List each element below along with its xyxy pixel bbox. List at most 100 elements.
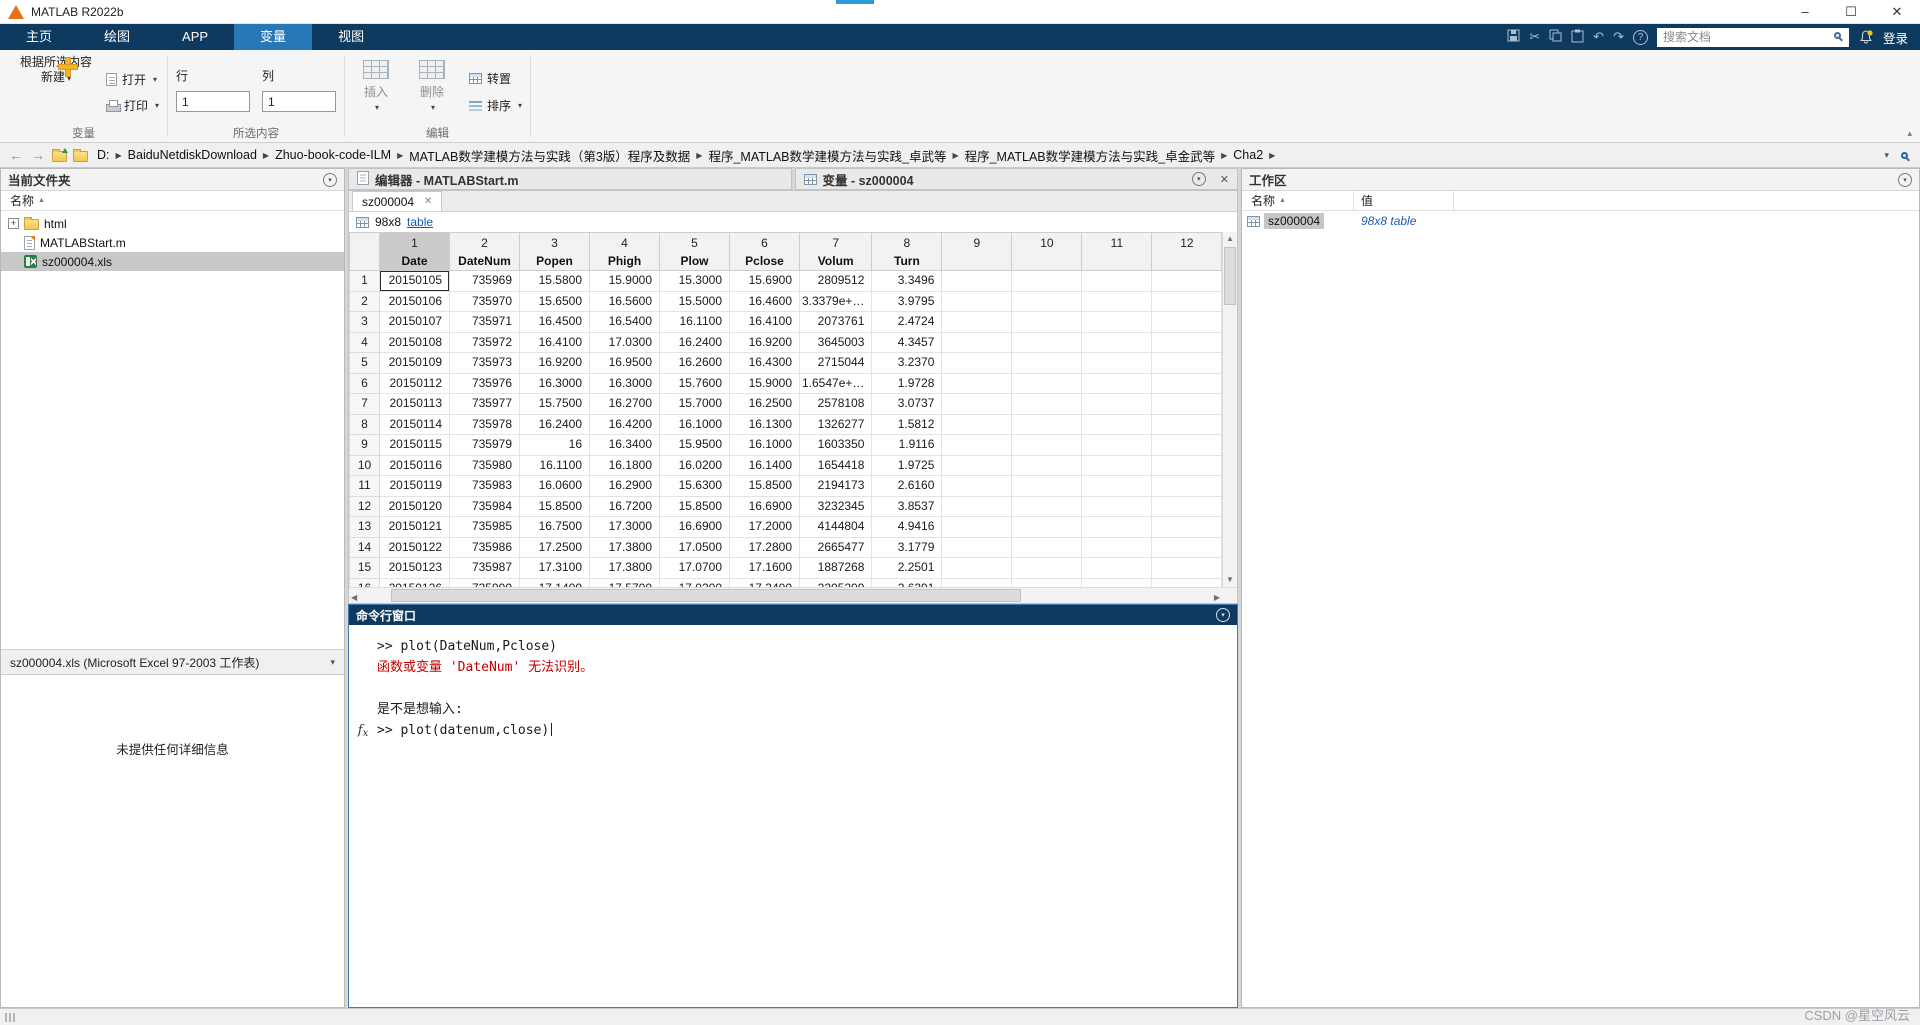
- table-cell[interactable]: [1081, 270, 1153, 292]
- redo-icon[interactable]: ↷: [1613, 30, 1624, 44]
- row-header[interactable]: 6: [349, 372, 380, 394]
- transpose-button[interactable]: 转置: [469, 70, 522, 87]
- table-cell[interactable]: [1081, 434, 1153, 456]
- table-cell[interactable]: [941, 393, 1013, 415]
- column-header[interactable]: 12: [1151, 232, 1223, 271]
- sort-button[interactable]: 排序 ▾: [469, 97, 522, 114]
- table-cell[interactable]: 16.4100: [519, 331, 590, 353]
- table-cell[interactable]: 16.3400: [589, 434, 660, 456]
- table-cell[interactable]: 15.7000: [659, 393, 730, 415]
- table-cell[interactable]: 15.7600: [659, 372, 730, 394]
- row-header[interactable]: 12: [349, 495, 380, 517]
- table-cell[interactable]: 17.3800: [589, 536, 660, 558]
- table-cell[interactable]: [1081, 352, 1153, 374]
- table-cell[interactable]: 3.0737: [871, 393, 943, 415]
- column-header[interactable]: 11: [1081, 232, 1153, 271]
- table-cell[interactable]: [1081, 495, 1153, 517]
- table-cell[interactable]: 3.3496: [871, 270, 943, 292]
- table-cell[interactable]: 3232345: [798, 495, 873, 517]
- table-cell[interactable]: 4144804: [798, 516, 873, 538]
- table-cell[interactable]: [1151, 270, 1223, 292]
- table-cell[interactable]: [1151, 577, 1223, 587]
- table-cell[interactable]: 15.6300: [659, 475, 730, 497]
- table-cell[interactable]: 16.1000: [729, 434, 800, 456]
- table-cell[interactable]: 17.3100: [519, 557, 590, 579]
- table-cell[interactable]: [1151, 475, 1223, 497]
- table-cell[interactable]: [941, 311, 1013, 333]
- table-cell[interactable]: 735969: [449, 270, 520, 292]
- table-cell[interactable]: 2194173: [798, 475, 873, 497]
- vertical-scroll-thumb[interactable]: [1224, 247, 1236, 305]
- table-cell[interactable]: 20150119: [379, 475, 450, 497]
- table-cell[interactable]: 16.0600: [519, 475, 590, 497]
- table-cell[interactable]: 735984: [449, 495, 520, 517]
- new-from-selection-button[interactable]: 根据所选内容 新建 ▾: [8, 53, 104, 86]
- table-cell[interactable]: [1151, 536, 1223, 558]
- undo-icon[interactable]: ↶: [1593, 30, 1604, 44]
- scroll-up-icon[interactable]: ▲: [1223, 232, 1237, 246]
- sign-in-link[interactable]: 登录: [1883, 28, 1908, 47]
- insert-button[interactable]: 插入 ▾: [353, 60, 399, 115]
- table-cell[interactable]: 1.5812: [871, 413, 943, 435]
- table-cell[interactable]: [1081, 311, 1153, 333]
- table-cell[interactable]: 15.7500: [519, 393, 590, 415]
- table-cell[interactable]: 3.8537: [871, 495, 943, 517]
- table-cell[interactable]: 16.9200: [729, 331, 800, 353]
- folder-search-icon[interactable]: [1901, 151, 1908, 159]
- tab-variable[interactable]: 变量: [234, 24, 313, 50]
- table-cell[interactable]: 4.9416: [871, 516, 943, 538]
- table-cell[interactable]: 17.2000: [729, 516, 800, 538]
- command-window-body[interactable]: >> plot(DateNum,Pclose) 函数或变量 'DateNum' 无…: [349, 625, 1237, 1007]
- table-cell[interactable]: 735972: [449, 331, 520, 353]
- row-header[interactable]: 15: [349, 557, 380, 579]
- table-cell[interactable]: 16.9200: [519, 352, 590, 374]
- table-cell[interactable]: 17.3400: [729, 577, 800, 587]
- table-cell[interactable]: 735986: [449, 536, 520, 558]
- row-header[interactable]: 4: [349, 331, 380, 353]
- table-cell[interactable]: 17.0700: [659, 557, 730, 579]
- expand-icon[interactable]: +: [8, 218, 19, 229]
- row-header[interactable]: 8: [349, 413, 380, 435]
- table-cell[interactable]: 735990: [449, 577, 520, 587]
- table-cell[interactable]: [1081, 290, 1153, 312]
- table-cell[interactable]: [941, 516, 1013, 538]
- table-cell[interactable]: 20150107: [379, 311, 450, 333]
- table-cell[interactable]: 16.7200: [589, 495, 660, 517]
- table-cell[interactable]: [1081, 557, 1153, 579]
- workspace-name-header[interactable]: 名称 ▲: [1242, 191, 1354, 210]
- tab-home[interactable]: 主页: [0, 24, 78, 50]
- tree-item[interactable]: + html: [1, 214, 344, 233]
- table-cell[interactable]: 735976: [449, 372, 520, 394]
- table-cell[interactable]: 16.4200: [589, 413, 660, 435]
- table-cell[interactable]: 20150120: [379, 495, 450, 517]
- table-cell[interactable]: [1151, 290, 1223, 312]
- table-cell[interactable]: 17.1400: [519, 577, 590, 587]
- tree-item[interactable]: sz000004.xls: [1, 252, 344, 271]
- command-prompt[interactable]: >> plot(datenum,close): [377, 720, 553, 744]
- table-cell[interactable]: 3.1779: [871, 536, 943, 558]
- table-cell[interactable]: 20150113: [379, 393, 450, 415]
- name-column-header[interactable]: 名称 ▲: [1, 191, 344, 211]
- table-cell[interactable]: 16.4300: [729, 352, 800, 374]
- table-cell[interactable]: [941, 454, 1013, 476]
- table-cell[interactable]: 17.3000: [589, 516, 660, 538]
- table-cell[interactable]: 15.5800: [519, 270, 590, 292]
- table-cell[interactable]: 20150126: [379, 577, 450, 587]
- table-cell[interactable]: 16.1300: [729, 413, 800, 435]
- table-cell[interactable]: 735987: [449, 557, 520, 579]
- editor-dock-bar[interactable]: 编辑器 - MATLABStart.m: [348, 168, 792, 190]
- table-cell[interactable]: 15.8500: [659, 495, 730, 517]
- maximize-button[interactable]: ☐: [1828, 0, 1874, 24]
- row-header[interactable]: 7: [349, 393, 380, 415]
- table-cell[interactable]: [1011, 536, 1083, 558]
- table-cell[interactable]: 20150123: [379, 557, 450, 579]
- help-icon[interactable]: ?: [1632, 29, 1648, 45]
- row-header[interactable]: 1: [349, 270, 380, 292]
- table-cell[interactable]: 735971: [449, 311, 520, 333]
- column-header[interactable]: 5 Plow: [659, 232, 730, 271]
- breadcrumb-item[interactable]: MATLAB数学建模方法与实践（第3版）程序及数据: [406, 146, 693, 165]
- breadcrumb-item[interactable]: 程序_MATLAB数学建模方法与实践_卓金武等: [962, 146, 1219, 165]
- column-header[interactable]: 7 Volum: [798, 232, 873, 271]
- table-cell[interactable]: 1887268: [798, 557, 873, 579]
- table-cell[interactable]: 16.0200: [659, 454, 730, 476]
